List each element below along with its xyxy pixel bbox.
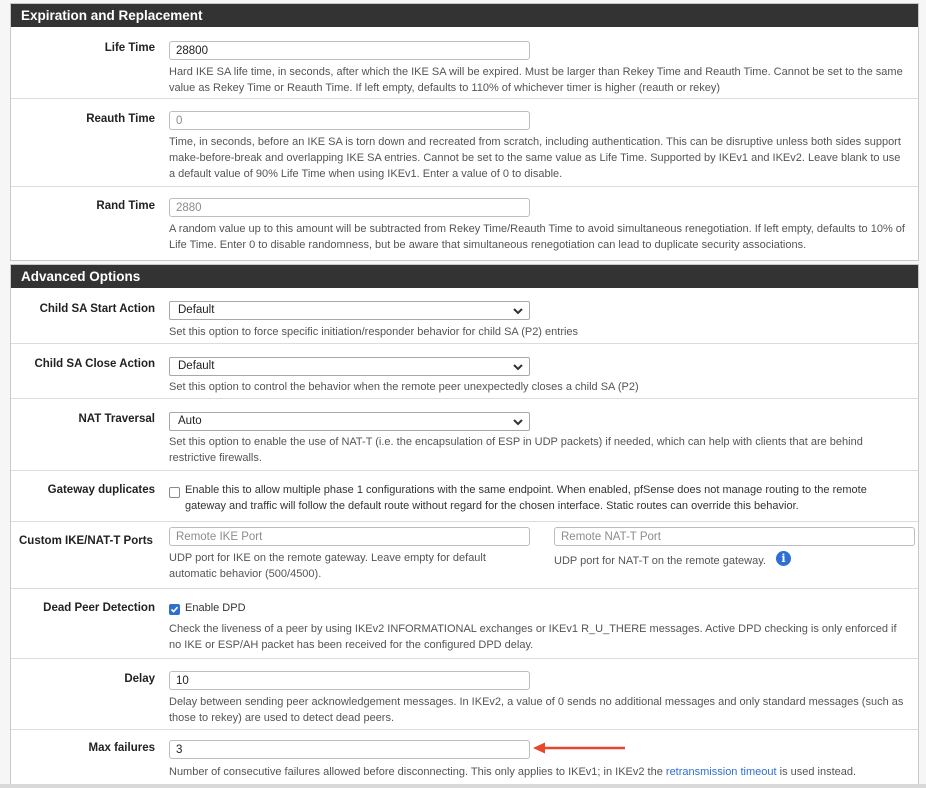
delay-row: Delay Delay between sending peer acknowl… — [11, 658, 918, 729]
child-close-select[interactable]: Default — [169, 357, 530, 376]
rand-time-row: Rand Time A random value up to this amou… — [11, 186, 918, 261]
child-start-help: Set this option to force specific initia… — [169, 326, 579, 338]
remote-ike-port-help: UDP port for IKE on the remote gateway. … — [169, 552, 486, 580]
life-time-input[interactable] — [169, 41, 530, 60]
child-start-selected: Default — [178, 304, 215, 316]
custom-ports-row: Custom IKE/NAT-T Ports UDP port for IKE … — [11, 521, 918, 588]
gateway-dup-checkbox[interactable] — [169, 487, 180, 498]
retransmission-timeout-link[interactable]: retransmission timeout — [666, 766, 777, 778]
child-start-label: Child SA Start Action — [39, 303, 155, 315]
child-start-row: Child SA Start Action Default Set this o… — [11, 288, 918, 343]
reauth-time-help: Time, in seconds, before an IKE SA is to… — [169, 136, 901, 180]
reauth-time-input[interactable] — [169, 111, 530, 130]
chevron-down-icon — [513, 308, 523, 315]
nat-traversal-select[interactable]: Auto — [169, 412, 530, 431]
annotation-arrow-icon — [533, 742, 625, 754]
child-close-help: Set this option to control the behavior … — [169, 381, 639, 393]
life-time-help: Hard IKE SA life time, in seconds, after… — [169, 66, 903, 94]
advanced-panel-title: Advanced Options — [11, 265, 918, 288]
rand-time-input[interactable] — [169, 198, 530, 217]
max-failures-label: Max failures — [88, 742, 155, 754]
checkmark-icon — [170, 606, 179, 613]
child-start-select[interactable]: Default — [169, 301, 530, 320]
chevron-down-icon — [513, 364, 523, 371]
nat-traversal-row: NAT Traversal Auto Set this option to en… — [11, 398, 918, 470]
custom-ports-label: Custom IKE/NAT-T Ports — [19, 535, 153, 547]
gateway-dup-text: Enable this to allow multiple phase 1 co… — [185, 484, 867, 512]
delay-help: Delay between sending peer acknowledgeme… — [169, 696, 904, 724]
remote-natt-port-input[interactable] — [554, 527, 915, 546]
remote-ike-port-input[interactable] — [169, 527, 530, 546]
dpd-label: Dead Peer Detection — [43, 602, 155, 614]
dpd-checkbox-label: Enable DPD — [185, 602, 246, 614]
child-close-selected: Default — [178, 360, 215, 372]
dpd-checkbox[interactable] — [169, 604, 180, 615]
life-time-row: Life Time Hard IKE SA life time, in seco… — [11, 27, 918, 98]
child-close-row: Child SA Close Action Default Set this o… — [11, 343, 918, 398]
nat-traversal-selected: Auto — [178, 415, 202, 427]
gateway-dup-row: Gateway duplicates Enable this to allow … — [11, 470, 918, 521]
max-failures-input[interactable] — [169, 740, 530, 759]
nat-traversal-help: Set this option to enable the use of NAT… — [169, 436, 863, 464]
rand-time-label: Rand Time — [96, 200, 155, 212]
chevron-down-icon — [513, 419, 523, 426]
advanced-panel: Advanced Options Child SA Start Action D… — [10, 264, 919, 784]
delay-input[interactable] — [169, 671, 530, 690]
nat-traversal-label: NAT Traversal — [78, 413, 156, 425]
max-failures-help: Number of consecutive failures allowed b… — [169, 764, 909, 780]
reauth-time-row: Reauth Time Time, in seconds, before an … — [11, 98, 918, 186]
expiration-panel: Expiration and Replacement Life Time Har… — [10, 3, 919, 261]
expiration-panel-title: Expiration and Replacement — [11, 4, 918, 27]
delay-label: Delay — [124, 673, 155, 685]
child-close-label: Child SA Close Action — [34, 358, 155, 370]
max-failures-help-text: Number of consecutive failures allowed b… — [169, 766, 666, 778]
info-icon[interactable]: i — [776, 551, 791, 566]
dpd-row: Dead Peer Detection Enable DPD Check the… — [11, 588, 918, 658]
reauth-time-label: Reauth Time — [86, 113, 155, 125]
life-time-label: Life Time — [104, 42, 155, 54]
rand-time-help: A random value up to this amount will be… — [169, 223, 905, 251]
remote-natt-port-help: UDP port for NAT-T on the remote gateway… — [554, 555, 766, 567]
dpd-help: Check the liveness of a peer by using IK… — [169, 623, 897, 651]
gateway-dup-label: Gateway duplicates — [47, 484, 155, 496]
max-failures-help-tail: is used instead. — [776, 766, 857, 778]
max-failures-row: Max failures Number of consecutive failu… — [11, 729, 918, 784]
bottom-scroll-edge — [0, 784, 926, 788]
